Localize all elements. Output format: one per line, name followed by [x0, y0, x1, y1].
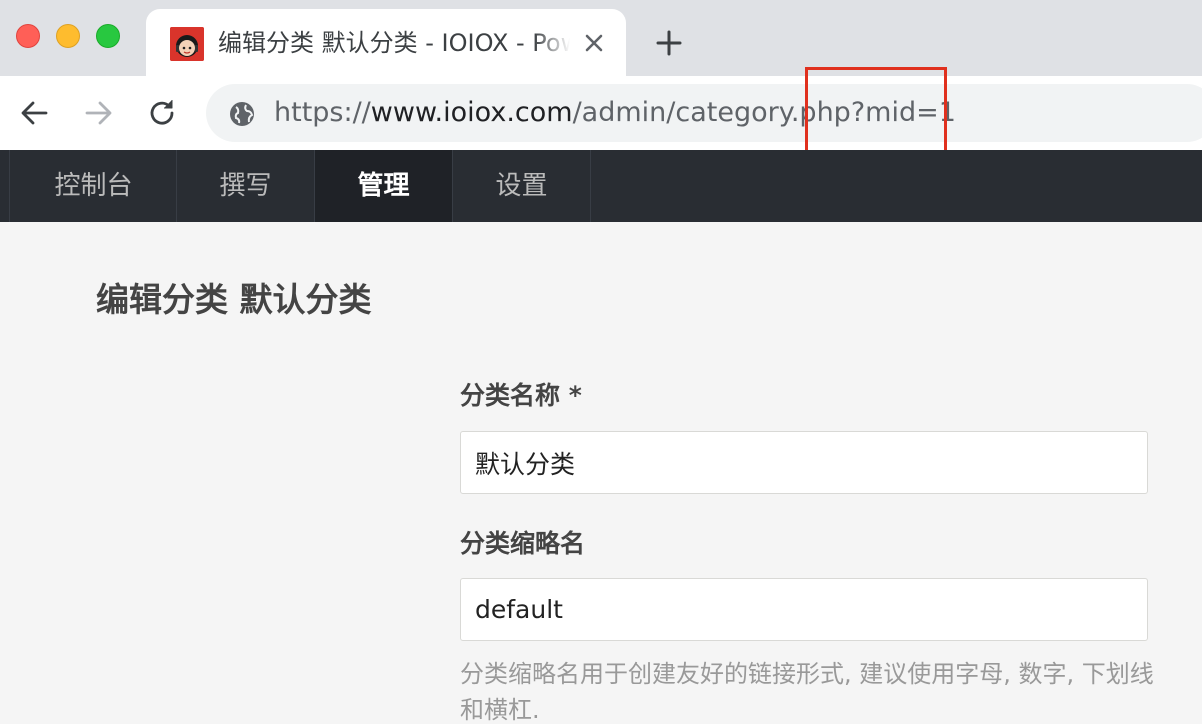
globe-icon [228, 100, 256, 128]
nav-item-manage[interactable]: 管理 [315, 150, 453, 222]
category-name-input[interactable] [460, 431, 1148, 494]
nav-edge [0, 150, 10, 222]
category-slug-label: 分类缩略名 [460, 529, 586, 558]
zoom-window-button[interactable] [96, 24, 120, 48]
forward-arrow-icon[interactable] [82, 96, 116, 130]
page-title: 编辑分类 默认分类 [96, 280, 372, 319]
admin-nav: 控制台 撰写 管理 设置 [0, 150, 1202, 222]
category-name-label: 分类名称 * [460, 381, 582, 410]
plus-icon[interactable] [652, 26, 686, 60]
tab-strip: 编辑分类 默认分类 - IOIOX - Powered by Typecho [0, 0, 1202, 76]
nav-item-write[interactable]: 撰写 [177, 150, 315, 222]
back-arrow-icon[interactable] [17, 96, 51, 130]
url-scheme: https:// [274, 97, 371, 128]
close-window-button[interactable] [16, 24, 40, 48]
browser-tab-active[interactable]: 编辑分类 默认分类 - IOIOX - Powered by Typecho [146, 9, 626, 76]
slug-hint-text: 分类缩略名用于创建友好的链接形式, 建议使用字母, 数字, 下划线和横杠. [460, 660, 1154, 724]
tab-title: 编辑分类 默认分类 - IOIOX - Powered by Typecho [218, 27, 570, 59]
close-icon[interactable] [580, 29, 608, 57]
nav-item-settings[interactable]: 设置 [453, 150, 591, 222]
address-bar[interactable]: https://www.ioiox.com/admin/category.php… [206, 84, 1202, 142]
url-highlight-box [805, 67, 947, 155]
browser-toolbar: https://www.ioiox.com/admin/category.php… [0, 76, 1202, 150]
minimize-window-button[interactable] [56, 24, 80, 48]
nav-item-dashboard[interactable]: 控制台 [11, 150, 177, 222]
url-host: www.ioiox.com [370, 97, 573, 128]
reload-icon[interactable] [145, 96, 179, 130]
site-favicon-icon [170, 27, 204, 61]
category-slug-input[interactable] [460, 578, 1148, 641]
